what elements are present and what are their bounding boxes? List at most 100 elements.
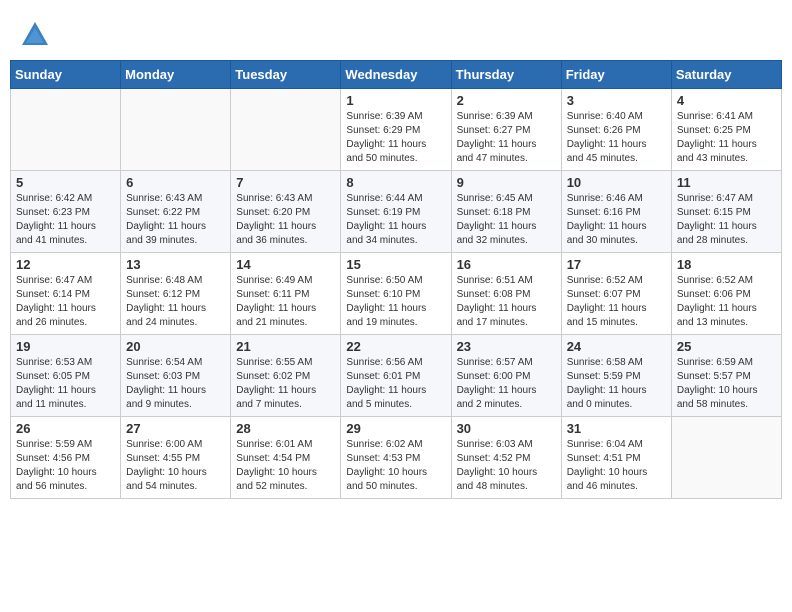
day-info: Sunrise: 6:42 AM Sunset: 6:23 PM Dayligh… xyxy=(16,192,115,248)
day-info: Sunrise: 6:49 AM Sunset: 6:11 PM Dayligh… xyxy=(236,274,335,330)
day-number: 9 xyxy=(457,175,556,190)
calendar-day-cell: 27 Sunrise: 6:00 AM Sunset: 4:55 PM Dayli… xyxy=(121,417,231,499)
day-number: 25 xyxy=(677,339,776,354)
day-info: Sunrise: 6:01 AM Sunset: 4:54 PM Dayligh… xyxy=(236,438,335,494)
logo-icon xyxy=(20,20,50,50)
day-number: 30 xyxy=(457,421,556,436)
day-number: 20 xyxy=(126,339,225,354)
day-info: Sunrise: 6:50 AM Sunset: 6:10 PM Dayligh… xyxy=(346,274,445,330)
calendar-day-cell: 23Sunrise: 6:57 AM Sunset: 6:00 PM Dayli… xyxy=(451,335,561,417)
day-number: 29 xyxy=(346,421,445,436)
day-number: 13 xyxy=(126,257,225,272)
day-info: Sunrise: 6:52 AM Sunset: 6:06 PM Dayligh… xyxy=(677,274,776,330)
calendar-day-cell: 29 Sunrise: 6:02 AM Sunset: 4:53 PM Dayli… xyxy=(341,417,451,499)
day-info: Sunrise: 5:59 AM Sunset: 4:56 PM Dayligh… xyxy=(16,438,115,494)
day-number: 17 xyxy=(567,257,666,272)
calendar-day-cell: 19 Sunrise: 6:53 AM Sunset: 6:05 PM Dayli… xyxy=(11,335,121,417)
calendar-day-cell: 25 Sunrise: 6:59 AM Sunset: 5:57 PM Dayli… xyxy=(671,335,781,417)
day-number: 2 xyxy=(457,93,556,108)
day-info: Sunrise: 6:03 AM Sunset: 4:52 PM Dayligh… xyxy=(457,438,556,494)
calendar-day-cell xyxy=(231,89,341,171)
day-info: Sunrise: 6:46 AM Sunset: 6:16 PM Dayligh… xyxy=(567,192,666,248)
weekday-header: Friday xyxy=(561,61,671,89)
calendar-day-cell: 7Sunrise: 6:43 AM Sunset: 6:20 PM Daylig… xyxy=(231,171,341,253)
calendar-header-row: SundayMondayTuesdayWednesdayThursdayFrid… xyxy=(11,61,782,89)
calendar-day-cell: 3Sunrise: 6:40 AM Sunset: 6:26 PM Daylig… xyxy=(561,89,671,171)
day-number: 31 xyxy=(567,421,666,436)
day-number: 28 xyxy=(236,421,335,436)
calendar-week-row: 12Sunrise: 6:47 AM Sunset: 6:14 PM Dayli… xyxy=(11,253,782,335)
calendar-day-cell: 15Sunrise: 6:50 AM Sunset: 6:10 PM Dayli… xyxy=(341,253,451,335)
day-number: 19 xyxy=(16,339,115,354)
calendar-day-cell: 10Sunrise: 6:46 AM Sunset: 6:16 PM Dayli… xyxy=(561,171,671,253)
day-number: 1 xyxy=(346,93,445,108)
weekday-header: Thursday xyxy=(451,61,561,89)
calendar-day-cell: 9 Sunrise: 6:45 AM Sunset: 6:18 PM Daylig… xyxy=(451,171,561,253)
day-number: 5 xyxy=(16,175,115,190)
logo xyxy=(20,20,54,50)
day-info: Sunrise: 6:00 AM Sunset: 4:55 PM Dayligh… xyxy=(126,438,225,494)
calendar-day-cell: 11 Sunrise: 6:47 AM Sunset: 6:15 PM Dayli… xyxy=(671,171,781,253)
day-info: Sunrise: 6:47 AM Sunset: 6:14 PM Dayligh… xyxy=(16,274,115,330)
day-number: 26 xyxy=(16,421,115,436)
day-number: 8 xyxy=(346,175,445,190)
day-info: Sunrise: 6:39 AM Sunset: 6:27 PM Dayligh… xyxy=(457,110,556,166)
calendar-day-cell: 30 Sunrise: 6:03 AM Sunset: 4:52 PM Dayli… xyxy=(451,417,561,499)
weekday-header: Monday xyxy=(121,61,231,89)
calendar-day-cell xyxy=(121,89,231,171)
calendar-day-cell: 1 Sunrise: 6:39 AM Sunset: 6:29 PM Daylig… xyxy=(341,89,451,171)
day-info: Sunrise: 6:53 AM Sunset: 6:05 PM Dayligh… xyxy=(16,356,115,412)
day-number: 7 xyxy=(236,175,335,190)
calendar-day-cell: 31 Sunrise: 6:04 AM Sunset: 4:51 PM Dayli… xyxy=(561,417,671,499)
day-info: Sunrise: 6:59 AM Sunset: 5:57 PM Dayligh… xyxy=(677,356,776,412)
day-info: Sunrise: 6:45 AM Sunset: 6:18 PM Dayligh… xyxy=(457,192,556,248)
calendar-day-cell: 21 Sunrise: 6:55 AM Sunset: 6:02 PM Dayli… xyxy=(231,335,341,417)
day-info: Sunrise: 6:55 AM Sunset: 6:02 PM Dayligh… xyxy=(236,356,335,412)
day-info: Sunrise: 6:56 AM Sunset: 6:01 PM Dayligh… xyxy=(346,356,445,412)
weekday-header: Tuesday xyxy=(231,61,341,89)
calendar-day-cell xyxy=(671,417,781,499)
calendar-week-row: 26 Sunrise: 5:59 AM Sunset: 4:56 PM Dayli… xyxy=(11,417,782,499)
calendar-day-cell: 18 Sunrise: 6:52 AM Sunset: 6:06 PM Dayli… xyxy=(671,253,781,335)
day-number: 16 xyxy=(457,257,556,272)
day-info: Sunrise: 6:41 AM Sunset: 6:25 PM Dayligh… xyxy=(677,110,776,166)
calendar-day-cell xyxy=(11,89,121,171)
day-number: 3 xyxy=(567,93,666,108)
day-number: 18 xyxy=(677,257,776,272)
day-number: 21 xyxy=(236,339,335,354)
day-info: Sunrise: 6:57 AM Sunset: 6:00 PM Dayligh… xyxy=(457,356,556,412)
day-number: 11 xyxy=(677,175,776,190)
day-number: 6 xyxy=(126,175,225,190)
weekday-header: Saturday xyxy=(671,61,781,89)
day-number: 24 xyxy=(567,339,666,354)
day-info: Sunrise: 6:47 AM Sunset: 6:15 PM Dayligh… xyxy=(677,192,776,248)
calendar-day-cell: 28 Sunrise: 6:01 AM Sunset: 4:54 PM Dayli… xyxy=(231,417,341,499)
calendar-week-row: 1 Sunrise: 6:39 AM Sunset: 6:29 PM Daylig… xyxy=(11,89,782,171)
day-info: Sunrise: 6:43 AM Sunset: 6:22 PM Dayligh… xyxy=(126,192,225,248)
day-info: Sunrise: 6:04 AM Sunset: 4:51 PM Dayligh… xyxy=(567,438,666,494)
calendar-week-row: 19 Sunrise: 6:53 AM Sunset: 6:05 PM Dayli… xyxy=(11,335,782,417)
day-number: 22 xyxy=(346,339,445,354)
calendar-day-cell: 6 Sunrise: 6:43 AM Sunset: 6:22 PM Daylig… xyxy=(121,171,231,253)
day-info: Sunrise: 6:39 AM Sunset: 6:29 PM Dayligh… xyxy=(346,110,445,166)
day-info: Sunrise: 6:54 AM Sunset: 6:03 PM Dayligh… xyxy=(126,356,225,412)
day-info: Sunrise: 6:48 AM Sunset: 6:12 PM Dayligh… xyxy=(126,274,225,330)
calendar-day-cell: 8Sunrise: 6:44 AM Sunset: 6:19 PM Daylig… xyxy=(341,171,451,253)
weekday-header: Sunday xyxy=(11,61,121,89)
calendar-week-row: 5 Sunrise: 6:42 AM Sunset: 6:23 PM Daylig… xyxy=(11,171,782,253)
calendar-day-cell: 22 Sunrise: 6:56 AM Sunset: 6:01 PM Dayli… xyxy=(341,335,451,417)
calendar-day-cell: 14 Sunrise: 6:49 AM Sunset: 6:11 PM Dayli… xyxy=(231,253,341,335)
calendar-day-cell: 16 Sunrise: 6:51 AM Sunset: 6:08 PM Dayli… xyxy=(451,253,561,335)
day-info: Sunrise: 6:51 AM Sunset: 6:08 PM Dayligh… xyxy=(457,274,556,330)
page-header xyxy=(10,10,782,55)
day-number: 4 xyxy=(677,93,776,108)
calendar-day-cell: 20 Sunrise: 6:54 AM Sunset: 6:03 PM Dayli… xyxy=(121,335,231,417)
calendar-table: SundayMondayTuesdayWednesdayThursdayFrid… xyxy=(10,60,782,499)
day-info: Sunrise: 6:58 AM Sunset: 5:59 PM Dayligh… xyxy=(567,356,666,412)
day-info: Sunrise: 6:02 AM Sunset: 4:53 PM Dayligh… xyxy=(346,438,445,494)
day-number: 27 xyxy=(126,421,225,436)
weekday-header: Wednesday xyxy=(341,61,451,89)
calendar-day-cell: 26 Sunrise: 5:59 AM Sunset: 4:56 PM Dayli… xyxy=(11,417,121,499)
day-number: 14 xyxy=(236,257,335,272)
calendar-day-cell: 17Sunrise: 6:52 AM Sunset: 6:07 PM Dayli… xyxy=(561,253,671,335)
